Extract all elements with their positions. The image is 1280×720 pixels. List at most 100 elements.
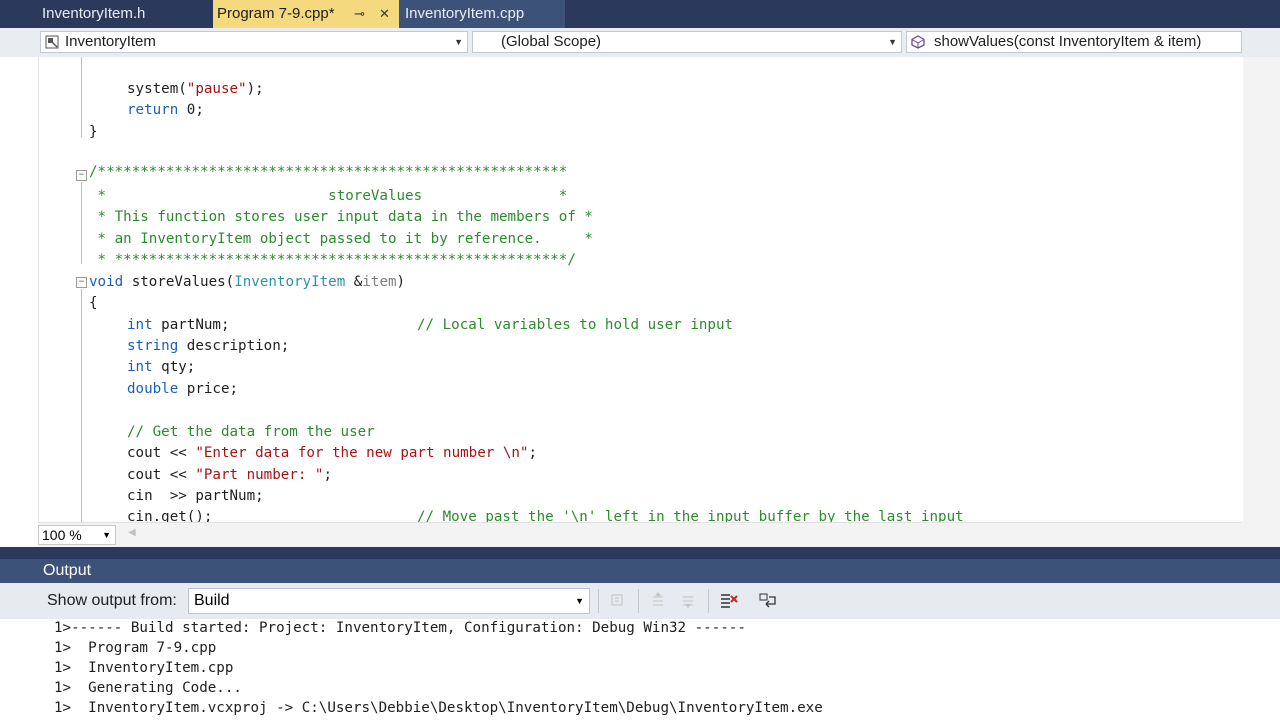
outline-guide — [81, 57, 82, 137]
comment-line: * an InventoryItem object passed to it b… — [89, 231, 593, 247]
code-editor[interactable]: − − system("pause"); return 0; } /******… — [38, 57, 1243, 522]
comment-line: // Move past the '\n' left in the input … — [417, 509, 964, 522]
class-icon — [45, 35, 59, 49]
keyword-token: void — [89, 274, 124, 290]
chevron-down-icon: ▼ — [888, 37, 897, 47]
keyword-token: return — [127, 102, 179, 118]
chevron-down-icon: ▼ — [575, 596, 584, 606]
comment-line: /***************************************… — [89, 164, 568, 180]
scroll-left-icon[interactable]: ◀ — [128, 527, 136, 538]
method-icon — [911, 35, 925, 49]
output-panel-header: Output — [0, 559, 1280, 583]
string-token: "pause" — [186, 81, 247, 97]
collapse-icon[interactable]: − — [76, 277, 87, 288]
show-output-from-label: Show output from: — [47, 592, 177, 609]
code-line: int partNum; — [127, 315, 230, 336]
next-message-icon[interactable] — [678, 591, 698, 611]
code-line: double price; — [127, 379, 238, 400]
tab-label: Program 7-9.cpp* — [217, 5, 335, 22]
code-token: cout << — [127, 445, 196, 461]
output-line: 1> Program 7-9.cpp — [54, 640, 217, 656]
keyword-token: int — [127, 359, 153, 375]
code-token: price; — [178, 381, 239, 397]
code-token: ; — [528, 445, 538, 461]
output-text-area[interactable]: 1>------ Build started: Project: Invento… — [0, 619, 1280, 720]
toolbar-separator — [708, 589, 709, 613]
document-tab-strip: InventoryItem.h Program 7-9.cpp* ⊸ ✕ Inv… — [0, 0, 1280, 28]
navigation-bar: InventoryItem ▼ (Global Scope) ▼ showVal… — [0, 28, 1280, 58]
string-token: "Part number: " — [195, 467, 324, 483]
editor-status-bar: 100 % ▼ ◀ — [38, 522, 1242, 548]
code-line: cout << "Enter data for the new part num… — [127, 443, 537, 464]
panel-splitter[interactable] — [0, 547, 1280, 559]
zoom-dropdown[interactable]: 100 % ▼ — [38, 525, 116, 545]
project-dropdown[interactable]: InventoryItem ▼ — [40, 31, 468, 53]
code-line: cout << "Part number: "; — [127, 465, 332, 486]
close-icon[interactable]: ✕ — [379, 0, 390, 28]
output-line: 1> InventoryItem.vcxproj -> C:\Users\Deb… — [54, 700, 823, 716]
parameter-token: item — [362, 274, 397, 290]
comment-line: // Get the data from the user — [127, 424, 375, 440]
comment-line: * This function stores user input data i… — [89, 209, 593, 225]
code-token: cout << — [127, 467, 196, 483]
previous-message-icon[interactable] — [648, 591, 668, 611]
output-panel-title: Output — [43, 562, 92, 579]
tab-inventoryitem-h[interactable]: InventoryItem.h — [0, 0, 213, 28]
output-line: 1> InventoryItem.cpp — [54, 660, 234, 676]
code-line: return 0; — [127, 100, 204, 121]
code-token: qty; — [152, 359, 196, 375]
function-name: storeValues( — [123, 274, 235, 290]
editor-gutter — [0, 57, 38, 547]
code-token: partNum; — [152, 317, 230, 333]
output-toolbar: Show output from: Build ▼ — [0, 583, 1280, 619]
code-line: int qty; — [127, 357, 195, 378]
outline-guide — [81, 182, 82, 264]
comment-line: // Local variables to hold user input — [417, 317, 734, 333]
tab-program-7-9-cpp[interactable]: Program 7-9.cpp* ⊸ ✕ — [213, 0, 399, 28]
output-source-dropdown[interactable]: Build ▼ — [188, 588, 590, 614]
code-token: 0; — [178, 102, 204, 118]
keyword-token: double — [127, 381, 179, 397]
keyword-token: int — [127, 317, 153, 333]
toolbar-separator — [598, 589, 599, 613]
keyword-token: string — [127, 338, 179, 354]
vertical-scrollbar[interactable] — [1242, 57, 1280, 547]
scope-dropdown[interactable]: (Global Scope) ▼ — [472, 31, 902, 53]
find-message-icon[interactable] — [608, 591, 628, 611]
code-line: string description; — [127, 336, 289, 357]
code-token: ) — [396, 274, 406, 290]
collapse-icon[interactable]: − — [76, 170, 87, 181]
output-line: 1> Generating Code... — [54, 680, 242, 696]
word-wrap-icon[interactable] — [758, 591, 778, 611]
function-signature: void storeValues(InventoryItem &item) — [89, 272, 405, 293]
tab-inventoryitem-cpp[interactable]: InventoryItem.cpp — [399, 0, 565, 28]
zoom-value: 100 % — [42, 527, 82, 543]
code-line: system("pause"); — [127, 79, 264, 100]
code-line: { — [89, 295, 98, 311]
output-source-value: Build — [194, 592, 230, 609]
member-dropdown[interactable]: showValues(const InventoryItem & item) — [906, 31, 1242, 53]
code-token: & — [345, 274, 363, 290]
code-token: ; — [323, 467, 333, 483]
tab-label: InventoryItem.cpp — [405, 5, 525, 22]
code-line: cin.get(); — [127, 509, 213, 522]
comment-line: * storeValues * — [89, 188, 568, 204]
comment-line: * **************************************… — [89, 252, 576, 268]
output-line: 1>------ Build started: Project: Invento… — [54, 620, 746, 636]
code-token: ); — [246, 81, 264, 97]
code-line: cin >> partNum; — [127, 488, 264, 504]
tab-label: InventoryItem.h — [42, 5, 146, 22]
pin-icon[interactable]: ⊸ — [354, 0, 365, 28]
toolbar-separator — [638, 589, 639, 613]
chevron-down-icon: ▼ — [454, 37, 463, 47]
code-token: description; — [178, 338, 290, 354]
chevron-down-icon: ▼ — [102, 530, 111, 540]
type-token: InventoryItem — [234, 274, 346, 290]
project-dropdown-value: InventoryItem — [65, 33, 156, 50]
outline-guide — [81, 289, 82, 522]
clear-all-icon[interactable] — [718, 591, 738, 611]
code-token: system( — [127, 81, 187, 97]
scope-dropdown-value: (Global Scope) — [501, 33, 602, 50]
code-line: } — [89, 124, 98, 140]
string-token: "Enter data for the new part number \n" — [195, 445, 529, 461]
